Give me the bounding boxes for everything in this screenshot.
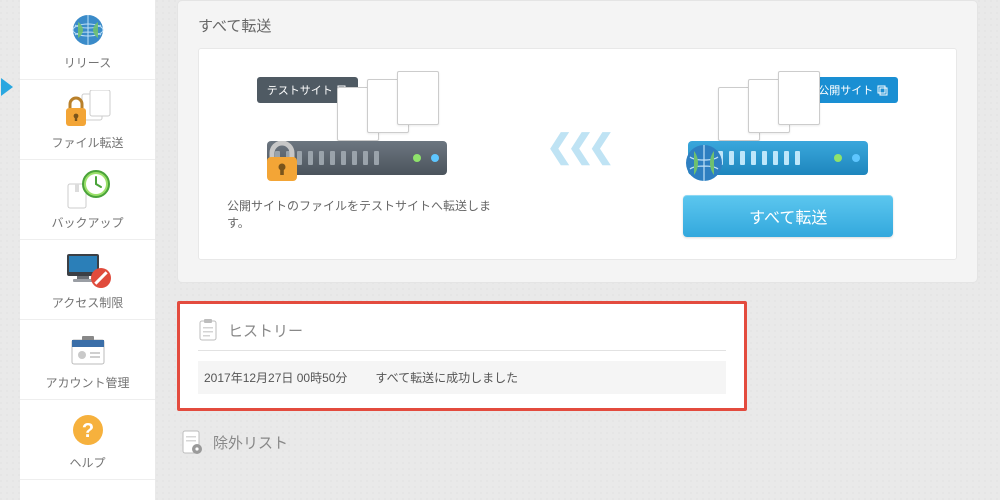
globe-icon (58, 10, 118, 50)
sidebar-item-label: ファイル転送 (51, 134, 123, 151)
help-icon: ? (58, 410, 118, 450)
id-badge-icon (58, 330, 118, 370)
sidebar-outer: リリース ファイル転送 (0, 0, 155, 500)
sidebar-item-label: リリース (64, 54, 111, 71)
sidebar-gutter (0, 0, 20, 500)
monitor-block-icon (58, 250, 118, 290)
transfer-all-button[interactable]: すべて転送 (683, 195, 893, 237)
sidebar-item-label: アカウント管理 (45, 374, 129, 391)
clipboard-icon (198, 318, 218, 342)
sidebar-item-help[interactable]: ? ヘルプ (20, 400, 155, 480)
backup-clock-icon (58, 170, 118, 210)
history-panel: ヒストリー 2017年12月27日 00時50分 すべて転送に成功しました (177, 301, 747, 411)
transfer-description: 公開サイトのファイルをテストサイトへ転送します。 (227, 197, 507, 231)
test-site-block: テストサイト (227, 71, 507, 231)
globe-icon (684, 143, 724, 183)
document-gear-icon (181, 429, 203, 455)
history-message: すべて転送に成功しました (375, 369, 518, 386)
transfer-all-panel: すべて転送 テストサイト (177, 0, 978, 283)
sidebar-item-file-transfer[interactable]: ファイル転送 (20, 80, 155, 160)
exclude-list-header: 除外リスト (177, 429, 978, 455)
exclude-title: 除外リスト (213, 432, 288, 453)
pages-icon (337, 71, 457, 141)
file-lock-icon (58, 90, 118, 130)
history-time: 2017年12月27日 00時50分 (204, 369, 347, 386)
sidebar-item-backup[interactable]: バックアップ (20, 160, 155, 240)
main-content: すべて転送 テストサイト (155, 0, 1000, 500)
panel-title: すべて転送 (198, 15, 957, 36)
sidebar-item-release[interactable]: リリース (20, 0, 155, 80)
sidebar-item-label: アクセス制限 (52, 294, 123, 311)
transfer-body: テストサイト (198, 48, 957, 260)
history-row: 2017年12月27日 00時50分 すべて転送に成功しました (198, 361, 726, 394)
sidebar-item-label: バックアップ (51, 214, 123, 231)
sidebar-item-access-control[interactable]: アクセス制限 (20, 240, 155, 320)
active-pointer-icon (1, 78, 13, 96)
copy-icon (877, 85, 888, 96)
sidebar: リリース ファイル転送 (20, 0, 155, 500)
public-site-block: 公開サイト (649, 71, 929, 237)
chevron-left-icon: ❮❮❮ (533, 71, 623, 221)
sidebar-item-account[interactable]: アカウント管理 (20, 320, 155, 400)
svg-text:?: ? (81, 420, 93, 442)
sidebar-item-label: ヘルプ (69, 454, 105, 471)
pages-icon (718, 71, 838, 141)
lock-icon (263, 141, 301, 183)
history-title: ヒストリー (228, 320, 303, 341)
